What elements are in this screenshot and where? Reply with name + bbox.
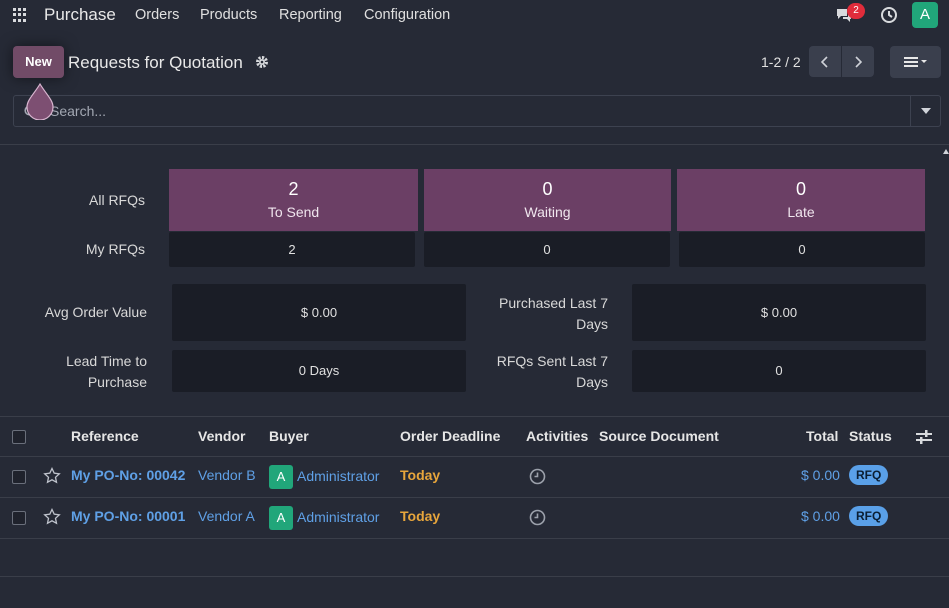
buyer-avatar: A — [269, 506, 293, 530]
rfqs-sent-last-7-cell: 0 — [632, 350, 926, 392]
avg-order-value-label-text: Avg Order Value — [44, 304, 147, 320]
apps-grid-icon[interactable] — [13, 8, 28, 22]
vendor-link[interactable]: Vendor B — [198, 467, 256, 483]
chevron-right-icon — [855, 55, 862, 68]
tile-late-label: Late — [787, 204, 815, 220]
buyer-avatar: A — [269, 465, 293, 489]
reference-link[interactable]: My PO-No: 00001 — [71, 508, 185, 524]
col-order-deadline[interactable]: Order Deadline — [400, 428, 500, 444]
menu-orders[interactable]: Orders — [135, 7, 179, 23]
row-checkbox[interactable] — [12, 511, 26, 525]
col-status[interactable]: Status — [849, 428, 892, 444]
col-source-document[interactable]: Source Document — [599, 428, 719, 444]
purchased-last-7-label-l1: Purchased Last 7 — [499, 295, 608, 311]
table-row[interactable]: My PO-No: 00042 Vendor B A Administrator… — [0, 457, 949, 498]
scroll-up-icon[interactable] — [943, 148, 949, 158]
star-icon[interactable] — [43, 508, 61, 526]
col-activities[interactable]: Activities — [526, 428, 588, 444]
col-buyer[interactable]: Buyer — [269, 428, 309, 444]
purchased-last-7-cell: $ 0.00 — [632, 284, 926, 341]
pager-prev-button[interactable] — [809, 46, 841, 77]
order-total: $ 0.00 — [801, 508, 840, 524]
tile-to-send-count: 2 — [288, 179, 299, 199]
tile-late-count: 0 — [795, 179, 806, 199]
list-view-icon — [903, 57, 927, 67]
rfqs-sent-last-7-label: RFQs Sent Last 7 Days — [470, 351, 608, 393]
lead-time-label-l2: Purchase — [87, 374, 147, 390]
status-badge: RFQ — [849, 465, 889, 485]
new-button[interactable]: New — [13, 46, 64, 78]
pager-value[interactable]: 1-2 / 2 — [761, 54, 801, 70]
col-vendor[interactable]: Vendor — [198, 428, 245, 444]
select-all-checkbox[interactable] — [12, 430, 26, 444]
buyer-name[interactable]: Administrator — [297, 468, 379, 484]
purchased-last-7-label-l2: Days — [576, 316, 608, 332]
lead-time-label: Lead Time to Purchase — [20, 351, 147, 393]
column-settings-icon[interactable] — [916, 430, 932, 444]
vendor-link[interactable]: Vendor A — [198, 508, 255, 524]
chevron-left-icon — [821, 55, 828, 68]
my-rfqs-label: My RFQs — [85, 241, 145, 257]
reference-link[interactable]: My PO-No: 00042 — [71, 467, 185, 483]
chat-badge: 2 — [847, 3, 865, 19]
buyer-name[interactable]: Administrator — [297, 509, 379, 525]
tile-waiting-count: 0 — [542, 179, 553, 199]
app-brand[interactable]: Purchase — [44, 5, 116, 25]
col-total[interactable]: Total — [806, 428, 838, 444]
tile-waiting[interactable]: 0 Waiting — [424, 169, 671, 231]
col-reference[interactable]: Reference — [71, 428, 139, 444]
purchased-last-7-label: Purchased Last 7 Days — [470, 293, 608, 335]
order-deadline: Today — [400, 467, 441, 483]
activity-clock-icon[interactable] — [529, 468, 546, 485]
my-to-send-cell[interactable]: 2 — [169, 232, 415, 267]
search-input[interactable] — [50, 96, 910, 126]
my-late-cell[interactable]: 0 — [679, 232, 925, 267]
menu-configuration[interactable]: Configuration — [364, 7, 450, 23]
menu-products[interactable]: Products — [200, 7, 257, 23]
avg-order-value-label: Avg Order Value — [20, 304, 147, 320]
click-ripple-icon — [26, 82, 54, 120]
user-avatar[interactable]: A — [912, 2, 938, 28]
status-badge: RFQ — [849, 506, 889, 526]
page-title: Requests for Quotation — [68, 53, 243, 72]
my-waiting-cell[interactable]: 0 — [424, 232, 670, 267]
search-bar — [13, 95, 941, 127]
rfqs-sent-last-7-label-l1: RFQs Sent Last 7 — [496, 353, 608, 369]
all-rfqs-label: All RFQs — [89, 192, 145, 208]
lead-time-label-l1: Lead Time to — [66, 353, 147, 369]
pager-next-button[interactable] — [842, 46, 874, 77]
caret-down-icon — [920, 108, 931, 114]
star-icon[interactable] — [43, 467, 61, 485]
avg-order-value-cell: $ 0.00 — [172, 284, 466, 341]
menu-reporting[interactable]: Reporting — [279, 7, 342, 23]
clock-icon[interactable] — [880, 6, 898, 24]
tile-waiting-label: Waiting — [524, 204, 571, 220]
gear-icon[interactable] — [255, 55, 269, 69]
row-checkbox[interactable] — [12, 470, 26, 484]
tile-to-send[interactable]: 2 To Send — [169, 169, 418, 231]
tile-to-send-label: To Send — [267, 204, 320, 220]
view-switcher-button[interactable] — [890, 46, 941, 78]
panel-divider — [0, 144, 949, 145]
order-total: $ 0.00 — [801, 467, 840, 483]
tile-late[interactable]: 0 Late — [677, 169, 925, 231]
search-options-toggle[interactable] — [910, 96, 940, 126]
table-footer-line — [0, 576, 949, 577]
rfqs-sent-last-7-label-l2: Days — [576, 374, 608, 390]
activity-clock-icon[interactable] — [529, 509, 546, 526]
top-navbar: Purchase Orders Products Reporting Confi… — [0, 0, 949, 30]
table-row[interactable]: My PO-No: 00001 Vendor A A Administrator… — [0, 498, 949, 539]
order-deadline: Today — [400, 508, 441, 524]
table-header: Reference Vendor Buyer Order Deadline Ac… — [0, 417, 949, 457]
lead-time-cell: 0 Days — [172, 350, 466, 392]
